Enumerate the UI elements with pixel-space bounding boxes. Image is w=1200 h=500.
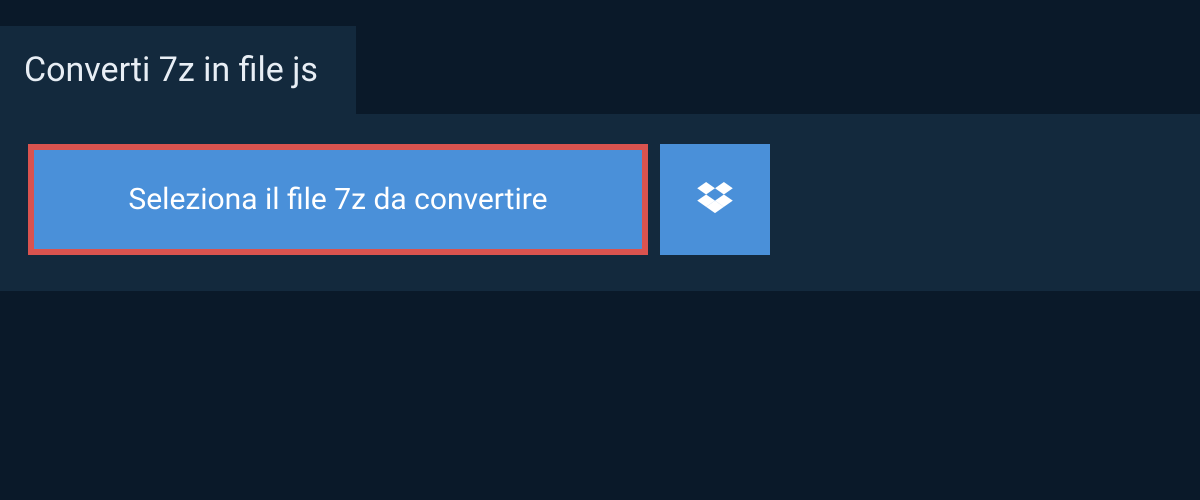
select-file-label: Seleziona il file 7z da convertire (128, 182, 547, 217)
main-panel: Seleziona il file 7z da convertire (0, 114, 1200, 291)
dropbox-icon (697, 182, 733, 218)
button-row: Seleziona il file 7z da convertire (28, 144, 1172, 255)
dropbox-button[interactable] (660, 144, 770, 255)
page-title: Converti 7z in file js (24, 50, 318, 90)
page-tab-header: Converti 7z in file js (0, 26, 356, 114)
select-file-button[interactable]: Seleziona il file 7z da convertire (28, 144, 648, 255)
